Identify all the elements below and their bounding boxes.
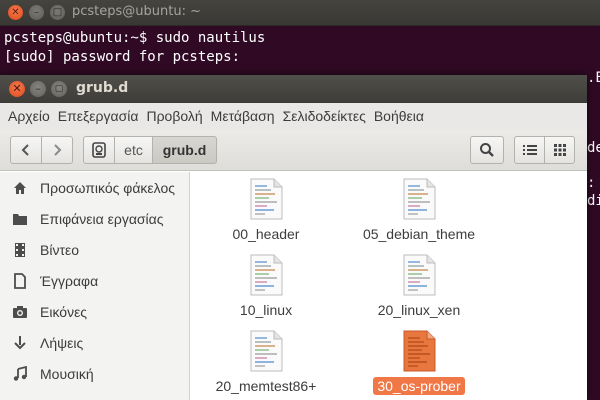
file-item-selected[interactable]: 30_os-prober [344, 328, 494, 400]
file-item[interactable]: 00_header [191, 176, 341, 250]
file-name: 10_linux [239, 302, 293, 318]
list-icon [522, 145, 537, 155]
file-name: 00_header [232, 226, 300, 242]
file-name: 20_linux_xen [377, 302, 461, 318]
sidebar-item-documents[interactable]: Έγγραφα [0, 265, 190, 296]
camera-icon [12, 304, 28, 320]
terminal-overflow-line: di [587, 192, 600, 209]
terminal-minimize-button[interactable]: – [29, 5, 44, 20]
sidebar-item-label: Λήψεις [40, 334, 84, 351]
menubar: Αρχείο Επεξεργασία Προβολή Μετάβαση Σελι… [0, 103, 587, 129]
terminal-overflow-line: de [587, 140, 600, 156]
file-item[interactable]: 20_linux_xen [344, 252, 494, 326]
file-item[interactable]: 05_debian_theme [344, 176, 494, 250]
breadcrumb-root-button[interactable] [83, 136, 115, 164]
menu-bookmarks[interactable]: Σελιδοδείκτες [279, 108, 370, 124]
document-icon [12, 272, 28, 289]
file-name: 30_os-prober [373, 377, 465, 395]
terminal-maximize-button[interactable]: □ [50, 5, 65, 20]
breadcrumb-current[interactable]: grub.d [152, 136, 217, 164]
menu-go[interactable]: Μετάβαση [207, 108, 279, 124]
list-view-button[interactable] [514, 136, 545, 164]
sidebar-item-label: Βίντεο [40, 241, 80, 258]
menu-file[interactable]: Αρχείο [4, 108, 54, 124]
text-file-icon [403, 178, 436, 220]
toolbar: etc grub.d [0, 129, 587, 171]
window-title: grub.d [76, 80, 129, 96]
chevron-left-icon [21, 144, 29, 156]
text-file-icon [403, 254, 436, 296]
terminal-overflow-line [587, 123, 600, 141]
terminal-line: [sudo] password for pcsteps: [4, 49, 241, 65]
terminal-title: pcsteps@ubuntu: ~ [72, 4, 202, 19]
menu-help[interactable]: Βοήθεια [370, 108, 428, 124]
folder-icon [12, 211, 28, 227]
sidebar-item-label: Προσωπικός φάκελος [40, 179, 175, 196]
minimize-button[interactable]: – [30, 81, 46, 97]
terminal-overflow-line: .E [587, 70, 600, 86]
sidebar-item-label: Εικόνες [40, 303, 88, 320]
file-view: 00_header 05_debian_theme 10_linux 20_li… [191, 172, 587, 400]
maximize-button[interactable]: ▢ [51, 81, 67, 97]
sidebar-item-label: Μουσική [40, 365, 94, 382]
search-button[interactable] [470, 136, 504, 164]
grid-view-button[interactable] [544, 136, 575, 164]
file-item[interactable]: 20_memtest86+ [191, 328, 341, 400]
sidebar-item-desktop[interactable]: Επιφάνεια εργασίας [0, 203, 190, 234]
back-button[interactable] [10, 136, 42, 164]
menu-view[interactable]: Προβολή [142, 108, 206, 124]
text-file-icon [250, 254, 283, 296]
terminal-overflow-text: .E de : di [587, 70, 600, 400]
film-icon [12, 242, 28, 258]
sidebar: Προσωπικός φάκελος Επιφάνεια εργασίας Βί… [0, 172, 190, 400]
terminal-overflow-line [587, 158, 600, 176]
terminal-close-button[interactable]: ✕ [8, 5, 23, 20]
text-file-icon [403, 330, 436, 372]
file-item[interactable]: 10_linux [191, 252, 341, 326]
menu-edit[interactable]: Επεξεργασία [54, 108, 143, 124]
home-icon [12, 180, 28, 196]
terminal-titlebar: ✕ – □ pcsteps@ubuntu: ~ [0, 0, 600, 26]
file-manager-window: ✕ – ▢ grub.d Αρχείο Επεξεργασία Προβολή … [0, 75, 587, 400]
music-icon [12, 365, 28, 382]
file-name: 20_memtest86+ [215, 378, 317, 394]
terminal-overflow-line [587, 105, 600, 123]
file-name: 05_debian_theme [362, 226, 476, 242]
chevron-right-icon [54, 144, 62, 156]
sidebar-item-music[interactable]: Μουσική [0, 358, 190, 389]
forward-button[interactable] [41, 136, 73, 164]
terminal-overflow-line [587, 88, 600, 106]
breadcrumb-etc[interactable]: etc [114, 136, 153, 164]
sidebar-item-pictures[interactable]: Εικόνες [0, 296, 190, 327]
text-file-icon [250, 178, 283, 220]
grid-icon [553, 144, 566, 156]
hard-drive-icon [92, 142, 106, 158]
sidebar-item-home[interactable]: Προσωπικός φάκελος [0, 172, 190, 203]
sidebar-item-videos[interactable]: Βίντεο [0, 234, 190, 265]
close-button[interactable]: ✕ [9, 81, 25, 97]
terminal-overflow-line: : [587, 175, 596, 191]
file-manager-titlebar: ✕ – ▢ grub.d [0, 75, 587, 103]
sidebar-item-label: Επιφάνεια εργασίας [40, 210, 164, 227]
download-icon [12, 335, 28, 351]
search-icon [480, 143, 494, 157]
terminal-line: pcsteps@ubuntu:~$ sudo nautilus [4, 30, 266, 46]
sidebar-item-downloads[interactable]: Λήψεις [0, 327, 190, 358]
sidebar-item-label: Έγγραφα [40, 272, 99, 289]
text-file-icon [250, 330, 283, 372]
